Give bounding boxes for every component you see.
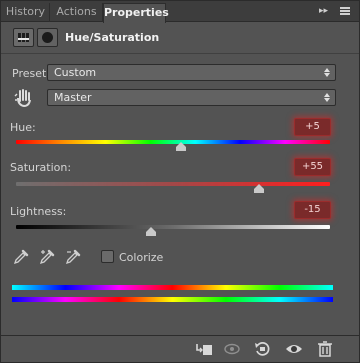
targeted-adjustment-hand-icon[interactable] — [13, 86, 35, 108]
tab-history[interactable]: History — [2, 3, 50, 22]
hue-slider-track[interactable] — [16, 140, 330, 144]
preset-value: Custom — [54, 66, 97, 79]
lightness-label: Lightness: — [10, 205, 67, 218]
eyedropper-icon[interactable] — [13, 249, 29, 265]
saturation-value-field[interactable]: +55 — [294, 158, 331, 176]
lightness-value-field[interactable]: -15 — [294, 201, 331, 219]
collapse-panel-icon[interactable]: ▸▸ — [319, 5, 333, 17]
adjustment-title: Hue/Saturation — [65, 31, 160, 44]
reset-icon[interactable] — [252, 340, 272, 358]
tab-properties[interactable]: Properties — [103, 3, 169, 23]
saturation-label: Saturation: — [10, 161, 72, 174]
layer-mask-icon[interactable] — [37, 28, 58, 47]
properties-panel: History Actions Properties ▸▸ Hue/Satura… — [0, 0, 360, 363]
channel-value: Master — [54, 91, 92, 104]
tab-actions[interactable]: Actions — [51, 3, 103, 22]
output-color-spectrum-bar — [12, 297, 333, 302]
hue-value-field[interactable]: +5 — [294, 118, 331, 136]
saturation-slider-track[interactable] — [16, 182, 330, 186]
hue-saturation-adjustment-icon[interactable] — [13, 28, 34, 47]
channel-dropdown[interactable]: Master — [47, 89, 336, 106]
panel-bottom-toolbar — [1, 335, 359, 362]
hue-label: Hue: — [10, 121, 36, 134]
eyedropper-subtract-icon[interactable] — [65, 249, 81, 265]
saturation-slider-thumb[interactable] — [254, 184, 264, 193]
eyedropper-add-icon[interactable] — [39, 249, 55, 265]
dropdown-arrows-icon — [324, 67, 331, 78]
dropdown-arrows-icon — [324, 92, 331, 103]
lightness-slider-thumb[interactable] — [146, 227, 156, 236]
header-divider — [1, 53, 359, 54]
colorize-checkbox[interactable] — [101, 250, 114, 263]
clip-to-layer-icon[interactable] — [194, 340, 214, 358]
trash-icon[interactable] — [315, 340, 335, 358]
view-previous-state-icon[interactable] — [222, 340, 242, 358]
lightness-slider-track[interactable] — [16, 225, 330, 229]
preset-dropdown[interactable]: Custom — [47, 64, 336, 81]
panel-menu-icon[interactable] — [340, 5, 352, 17]
hue-slider-thumb[interactable] — [176, 142, 186, 151]
visibility-eye-icon[interactable] — [284, 340, 304, 358]
input-color-spectrum-bar — [12, 285, 333, 290]
preset-label: Preset: — [12, 67, 51, 80]
panel-tab-bar: History Actions Properties ▸▸ — [1, 1, 359, 23]
colorize-label: Colorize — [119, 251, 164, 264]
